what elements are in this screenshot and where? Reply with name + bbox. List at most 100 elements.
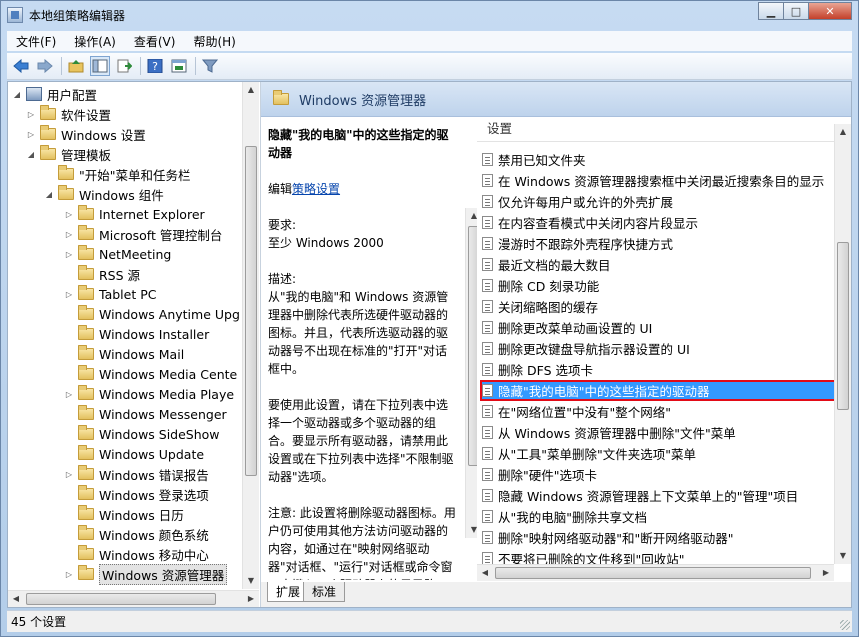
scroll-up-icon[interactable]: ▲: [243, 82, 259, 98]
tree-item[interactable]: Windows 登录选项: [64, 484, 260, 504]
properties-view-icon[interactable]: [169, 56, 189, 76]
tree-item[interactable]: ▷ Windows Media Playe: [64, 384, 260, 404]
back-arrow-icon[interactable]: [11, 56, 31, 76]
policy-row[interactable]: 删除 CD 刻录功能: [480, 275, 837, 296]
show-hide-tree-icon[interactable]: [90, 56, 110, 76]
tree-item[interactable]: ◢ Windows 组件: [44, 184, 260, 204]
tree-item[interactable]: Windows 颜色系统: [64, 524, 260, 544]
expand-triangle-icon[interactable]: ▷: [64, 470, 74, 479]
policy-row[interactable]: 在"网络位置"中没有"整个网络": [480, 401, 837, 422]
scroll-right-icon[interactable]: ▶: [243, 591, 259, 607]
policy-row[interactable]: 漫游时不跟踪外壳程序快捷方式: [480, 233, 837, 254]
tree-item[interactable]: Windows Mail: [64, 344, 260, 364]
policy-row[interactable]: 在 Windows 资源管理器搜索框中关闭最近搜索条目的显示: [480, 170, 837, 191]
scroll-thumb[interactable]: [26, 593, 216, 605]
tree-item[interactable]: ▷ Windows 资源管理器: [64, 563, 260, 585]
expand-triangle-icon[interactable]: ▷: [26, 110, 36, 119]
policy-row[interactable]: 从 Windows 资源管理器中删除"文件"菜单: [480, 422, 837, 443]
export-list-icon[interactable]: [114, 56, 134, 76]
scroll-left-icon[interactable]: ◀: [477, 565, 493, 581]
policy-row[interactable]: 从"我的电脑"删除共享文档: [480, 506, 837, 527]
scroll-right-icon[interactable]: ▶: [818, 565, 834, 581]
tree-root[interactable]: ◢ 用户配置: [12, 84, 252, 104]
tree-item[interactable]: Windows Messenger: [64, 404, 260, 424]
tree-item[interactable]: Windows 日历: [64, 504, 260, 524]
policy-row[interactable]: 仅允许每用户或允许的外壳扩展: [480, 191, 837, 212]
help-icon[interactable]: ?: [145, 56, 165, 76]
expand-triangle-icon[interactable]: ▷: [64, 570, 74, 579]
tree-item[interactable]: ▷ Internet Explorer: [64, 204, 260, 224]
scroll-up-icon[interactable]: ▲: [835, 124, 851, 140]
tree-item[interactable]: ▷ 软件设置: [26, 104, 260, 124]
expand-triangle-icon[interactable]: ▷: [64, 230, 74, 239]
tree-label: Microsoft 管理控制台: [99, 227, 223, 243]
tree-item[interactable]: RSS 源: [64, 264, 260, 284]
tree-item[interactable]: ▷ NetMeeting: [64, 244, 260, 264]
tree-item[interactable]: ◢ 管理模板: [26, 144, 260, 164]
up-folder-icon[interactable]: [66, 56, 86, 76]
tree-item[interactable]: Windows Media Cente: [64, 364, 260, 384]
tree-item[interactable]: ▷ Windows 设置: [26, 124, 260, 144]
menu-action[interactable]: 操作(A): [65, 33, 125, 50]
expand-triangle-icon[interactable]: ▷: [64, 210, 74, 219]
policy-row[interactable]: 隐藏 Windows 资源管理器上下文菜单上的"管理"项目: [480, 485, 837, 506]
policy-row[interactable]: 删除更改键盘导航指示器设置的 UI: [480, 338, 837, 359]
resize-grip-icon[interactable]: [840, 620, 850, 630]
policy-row[interactable]: 在内容查看模式中关闭内容片段显示: [480, 212, 837, 233]
policy-row[interactable]: 删除 DFS 选项卡: [480, 359, 837, 380]
expand-triangle-icon[interactable]: ▷: [26, 130, 36, 139]
tree-item[interactable]: Windows Anytime Upg: [64, 304, 260, 324]
menu-file[interactable]: 文件(F): [7, 33, 65, 50]
minimize-button[interactable]: ▁: [758, 2, 784, 20]
tree-vertical-scrollbar[interactable]: ▲ ▼: [242, 82, 259, 589]
tree-item[interactable]: ▷ Microsoft 管理控制台: [64, 224, 260, 244]
scroll-thumb[interactable]: [245, 146, 257, 476]
scroll-down-icon[interactable]: ▼: [243, 573, 259, 589]
tree-item[interactable]: Windows Installer: [64, 324, 260, 344]
settings-column-header[interactable]: 设置: [477, 118, 851, 142]
policy-row[interactable]: 从"工具"菜单删除"文件夹选项"菜单: [480, 443, 837, 464]
app-icon: [7, 7, 23, 23]
expand-triangle-icon[interactable]: ▷: [64, 250, 74, 259]
tree-item[interactable]: ▷ Tablet PC: [64, 284, 260, 304]
close-button[interactable]: ✕: [808, 2, 852, 20]
folder-icon: [273, 90, 289, 105]
tree-item[interactable]: Windows Update: [64, 444, 260, 464]
collapse-triangle-icon[interactable]: ◢: [12, 90, 22, 99]
maximize-button[interactable]: □: [783, 2, 809, 20]
tree-label: Windows 设置: [61, 127, 146, 143]
edit-policy-link[interactable]: 策略设置: [292, 182, 340, 196]
policy-row[interactable]: 最近文档的最大数目: [480, 254, 837, 275]
menu-help[interactable]: 帮助(H): [184, 33, 244, 50]
policy-row[interactable]: 隐藏"我的电脑"中的这些指定的驱动器: [480, 380, 837, 401]
scroll-thumb[interactable]: [837, 242, 849, 410]
tab-standard[interactable]: 标准: [303, 582, 346, 602]
menu-view[interactable]: 查看(V): [125, 33, 185, 50]
policy-row[interactable]: 禁用已知文件夹: [480, 149, 837, 170]
tree-label: 软件设置: [61, 107, 112, 123]
policy-row[interactable]: 删除"映射网络驱动器"和"断开网络驱动器": [480, 527, 837, 548]
policy-row[interactable]: 关闭缩略图的缓存: [480, 296, 837, 317]
tree-label: 管理模板: [61, 147, 112, 163]
collapse-triangle-icon[interactable]: ◢: [26, 150, 36, 159]
policy-setting-icon: [482, 342, 493, 355]
filter-icon[interactable]: [200, 56, 220, 76]
tree-item[interactable]: ▷ Windows 错误报告: [64, 464, 260, 484]
policy-row[interactable]: 删除"硬件"选项卡: [480, 464, 837, 485]
requirements-label: 要求:: [268, 218, 297, 232]
scroll-down-icon[interactable]: ▼: [835, 548, 851, 564]
tree-item[interactable]: Windows SideShow: [64, 424, 260, 444]
list-horizontal-scrollbar[interactable]: ◀ ▶: [477, 564, 834, 581]
title-bar[interactable]: 本地组策略编辑器 ▁ □ ✕: [1, 1, 858, 29]
policy-row[interactable]: 删除更改菜单动画设置的 UI: [480, 317, 837, 338]
scroll-thumb[interactable]: [495, 567, 811, 579]
list-vertical-scrollbar[interactable]: ▲ ▼: [834, 124, 851, 564]
tree-horizontal-scrollbar[interactable]: ◀ ▶: [8, 590, 259, 607]
collapse-triangle-icon[interactable]: ◢: [44, 190, 54, 199]
expand-triangle-icon[interactable]: ▷: [64, 390, 74, 399]
tree-item[interactable]: "开始"菜单和任务栏: [44, 164, 260, 184]
tree-item[interactable]: Windows 移动中心: [64, 544, 260, 564]
scroll-left-icon[interactable]: ◀: [8, 591, 24, 607]
expand-triangle-icon[interactable]: ▷: [64, 290, 74, 299]
forward-arrow-icon[interactable]: [35, 56, 55, 76]
